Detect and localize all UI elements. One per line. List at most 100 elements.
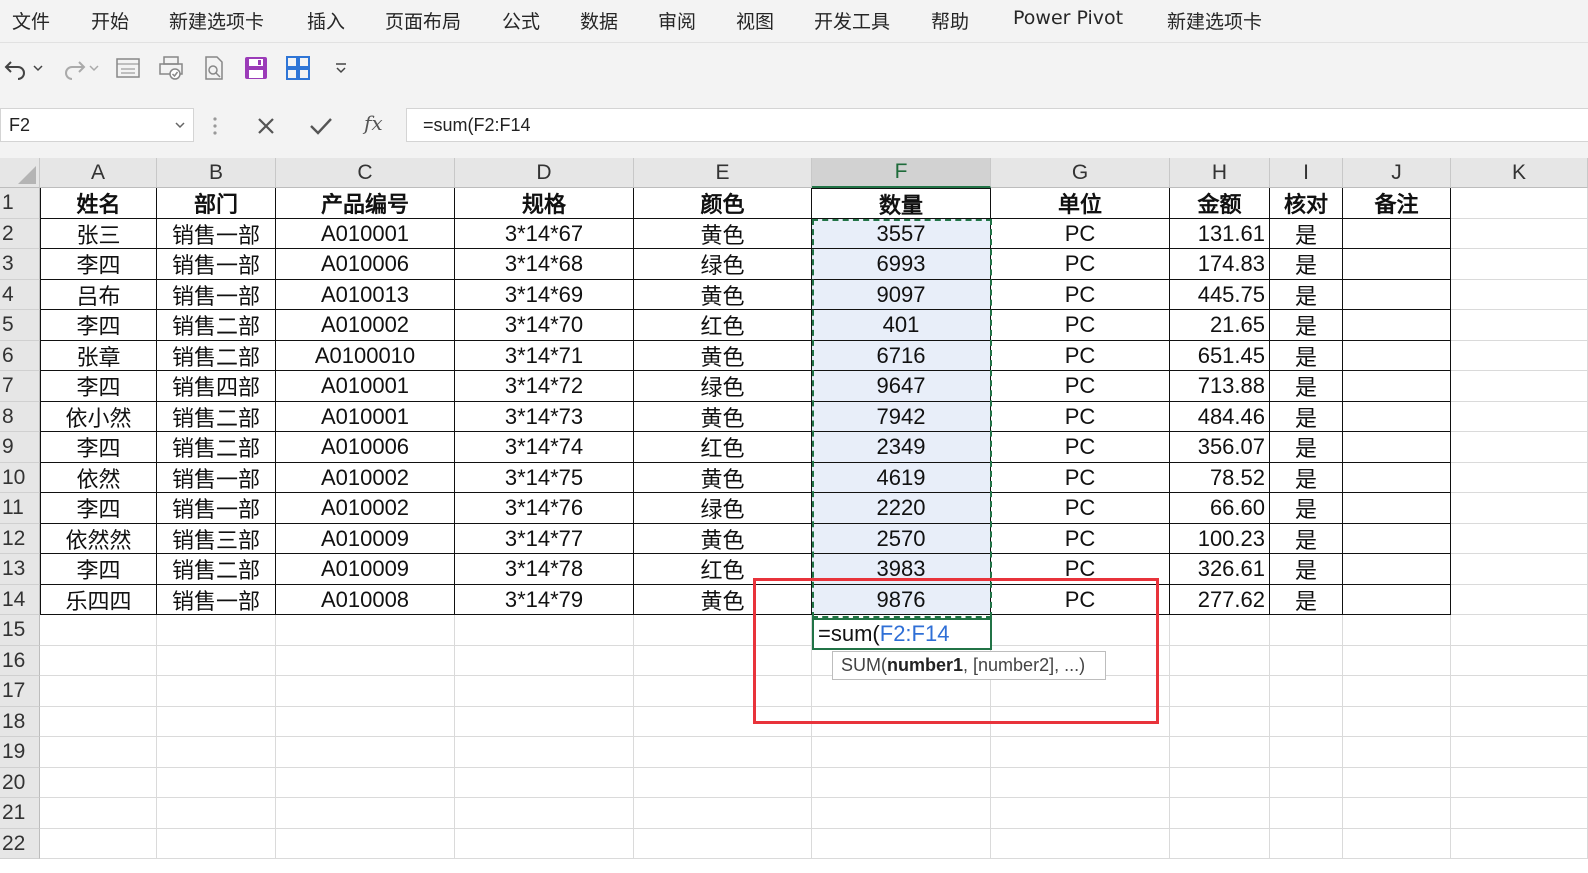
- cell[interactable]: 李四: [40, 371, 157, 402]
- cell[interactable]: 9647: [812, 371, 991, 402]
- cell[interactable]: A010009: [276, 524, 455, 554]
- cell[interactable]: 绿色: [634, 371, 812, 402]
- cell[interactable]: [1270, 707, 1343, 737]
- row-header[interactable]: 15: [0, 615, 40, 646]
- cell[interactable]: [455, 798, 634, 829]
- cell[interactable]: 依然然: [40, 524, 157, 554]
- cell[interactable]: A010002: [276, 493, 455, 524]
- cell[interactable]: [1270, 798, 1343, 829]
- cell[interactable]: 2570: [812, 524, 991, 554]
- ribbon-tab[interactable]: 新建选项卡: [1167, 7, 1262, 34]
- cell[interactable]: 6993: [812, 249, 991, 280]
- ribbon-tab[interactable]: 开始: [91, 7, 129, 34]
- cell[interactable]: 是: [1270, 463, 1343, 493]
- column-header[interactable]: H: [1170, 158, 1270, 188]
- cell[interactable]: [455, 676, 634, 707]
- grid-view-icon[interactable]: [283, 53, 313, 83]
- cell[interactable]: [455, 615, 634, 646]
- cell[interactable]: [157, 615, 276, 646]
- cell[interactable]: A010006: [276, 432, 455, 463]
- cell[interactable]: 黄色: [634, 402, 812, 432]
- cell[interactable]: [1170, 737, 1270, 768]
- cell[interactable]: [991, 707, 1170, 737]
- cell[interactable]: 是: [1270, 341, 1343, 371]
- ribbon-tab[interactable]: 开发工具: [814, 7, 890, 34]
- cell[interactable]: 李四: [40, 493, 157, 524]
- cell[interactable]: 销售二部: [157, 310, 276, 341]
- cell[interactable]: [812, 798, 991, 829]
- cell[interactable]: [1451, 737, 1588, 768]
- header-cell[interactable]: [1451, 188, 1588, 219]
- cell[interactable]: [1343, 768, 1451, 798]
- cell[interactable]: 3*14*74: [455, 432, 634, 463]
- ribbon-tab[interactable]: 帮助: [931, 7, 969, 34]
- cell[interactable]: [276, 676, 455, 707]
- cell[interactable]: 吕布: [40, 280, 157, 310]
- cell[interactable]: [1451, 341, 1588, 371]
- cell[interactable]: PC: [991, 249, 1170, 280]
- cell[interactable]: [812, 737, 991, 768]
- cell[interactable]: 2220: [812, 493, 991, 524]
- cell[interactable]: [1451, 615, 1588, 646]
- cell[interactable]: A0100010: [276, 341, 455, 371]
- cell[interactable]: PC: [991, 310, 1170, 341]
- row-header[interactable]: 14: [0, 585, 40, 615]
- cell[interactable]: 445.75: [1170, 280, 1270, 310]
- cell[interactable]: [1451, 432, 1588, 463]
- cell[interactable]: 张三: [40, 219, 157, 249]
- cell[interactable]: 401: [812, 310, 991, 341]
- cell[interactable]: [455, 737, 634, 768]
- cell[interactable]: 是: [1270, 524, 1343, 554]
- row-header[interactable]: 13: [0, 554, 40, 585]
- row-header[interactable]: 11: [0, 493, 40, 524]
- cell[interactable]: [1270, 676, 1343, 707]
- cell[interactable]: 红色: [634, 310, 812, 341]
- cell[interactable]: 张章: [40, 341, 157, 371]
- cell[interactable]: [991, 737, 1170, 768]
- row-header[interactable]: 19: [0, 737, 40, 768]
- print-preview-icon[interactable]: [156, 53, 186, 83]
- cell[interactable]: 277.62: [1170, 585, 1270, 615]
- form-icon[interactable]: [113, 53, 143, 83]
- row-header[interactable]: 18: [0, 707, 40, 737]
- row-header[interactable]: 17: [0, 676, 40, 707]
- cell[interactable]: 3*14*71: [455, 341, 634, 371]
- cell[interactable]: PC: [991, 432, 1170, 463]
- row-header[interactable]: 7: [0, 371, 40, 402]
- ribbon-tab[interactable]: 插入: [307, 7, 345, 34]
- cell[interactable]: PC: [991, 585, 1170, 615]
- cell[interactable]: [1343, 402, 1451, 432]
- header-cell[interactable]: 规格: [455, 188, 634, 219]
- cell[interactable]: [1343, 676, 1451, 707]
- chevron-down-icon[interactable]: [175, 121, 185, 129]
- column-header[interactable]: D: [455, 158, 634, 188]
- cell[interactable]: PC: [991, 341, 1170, 371]
- cell[interactable]: A010001: [276, 402, 455, 432]
- cell[interactable]: [1170, 646, 1270, 676]
- column-header[interactable]: G: [991, 158, 1170, 188]
- cell[interactable]: [991, 768, 1170, 798]
- cell[interactable]: 黄色: [634, 585, 812, 615]
- cell[interactable]: 销售二部: [157, 402, 276, 432]
- column-header[interactable]: E: [634, 158, 812, 188]
- row-header[interactable]: 22: [0, 829, 40, 859]
- cell[interactable]: 李四: [40, 310, 157, 341]
- cell[interactable]: 乐四四: [40, 585, 157, 615]
- redo-icon[interactable]: [58, 53, 88, 83]
- cell[interactable]: [1451, 219, 1588, 249]
- cell[interactable]: 326.61: [1170, 554, 1270, 585]
- cell[interactable]: 3*14*67: [455, 219, 634, 249]
- cell[interactable]: [634, 737, 812, 768]
- cell[interactable]: [1343, 554, 1451, 585]
- cell[interactable]: [1343, 463, 1451, 493]
- cell[interactable]: 3*14*75: [455, 463, 634, 493]
- cell[interactable]: [157, 737, 276, 768]
- row-header[interactable]: 10: [0, 463, 40, 493]
- cell[interactable]: [1343, 615, 1451, 646]
- cell[interactable]: [634, 615, 812, 646]
- cell[interactable]: 销售二部: [157, 432, 276, 463]
- ribbon-tab[interactable]: 审阅: [658, 7, 696, 34]
- cell[interactable]: [276, 737, 455, 768]
- cell[interactable]: [1451, 554, 1588, 585]
- cell[interactable]: 3*14*77: [455, 524, 634, 554]
